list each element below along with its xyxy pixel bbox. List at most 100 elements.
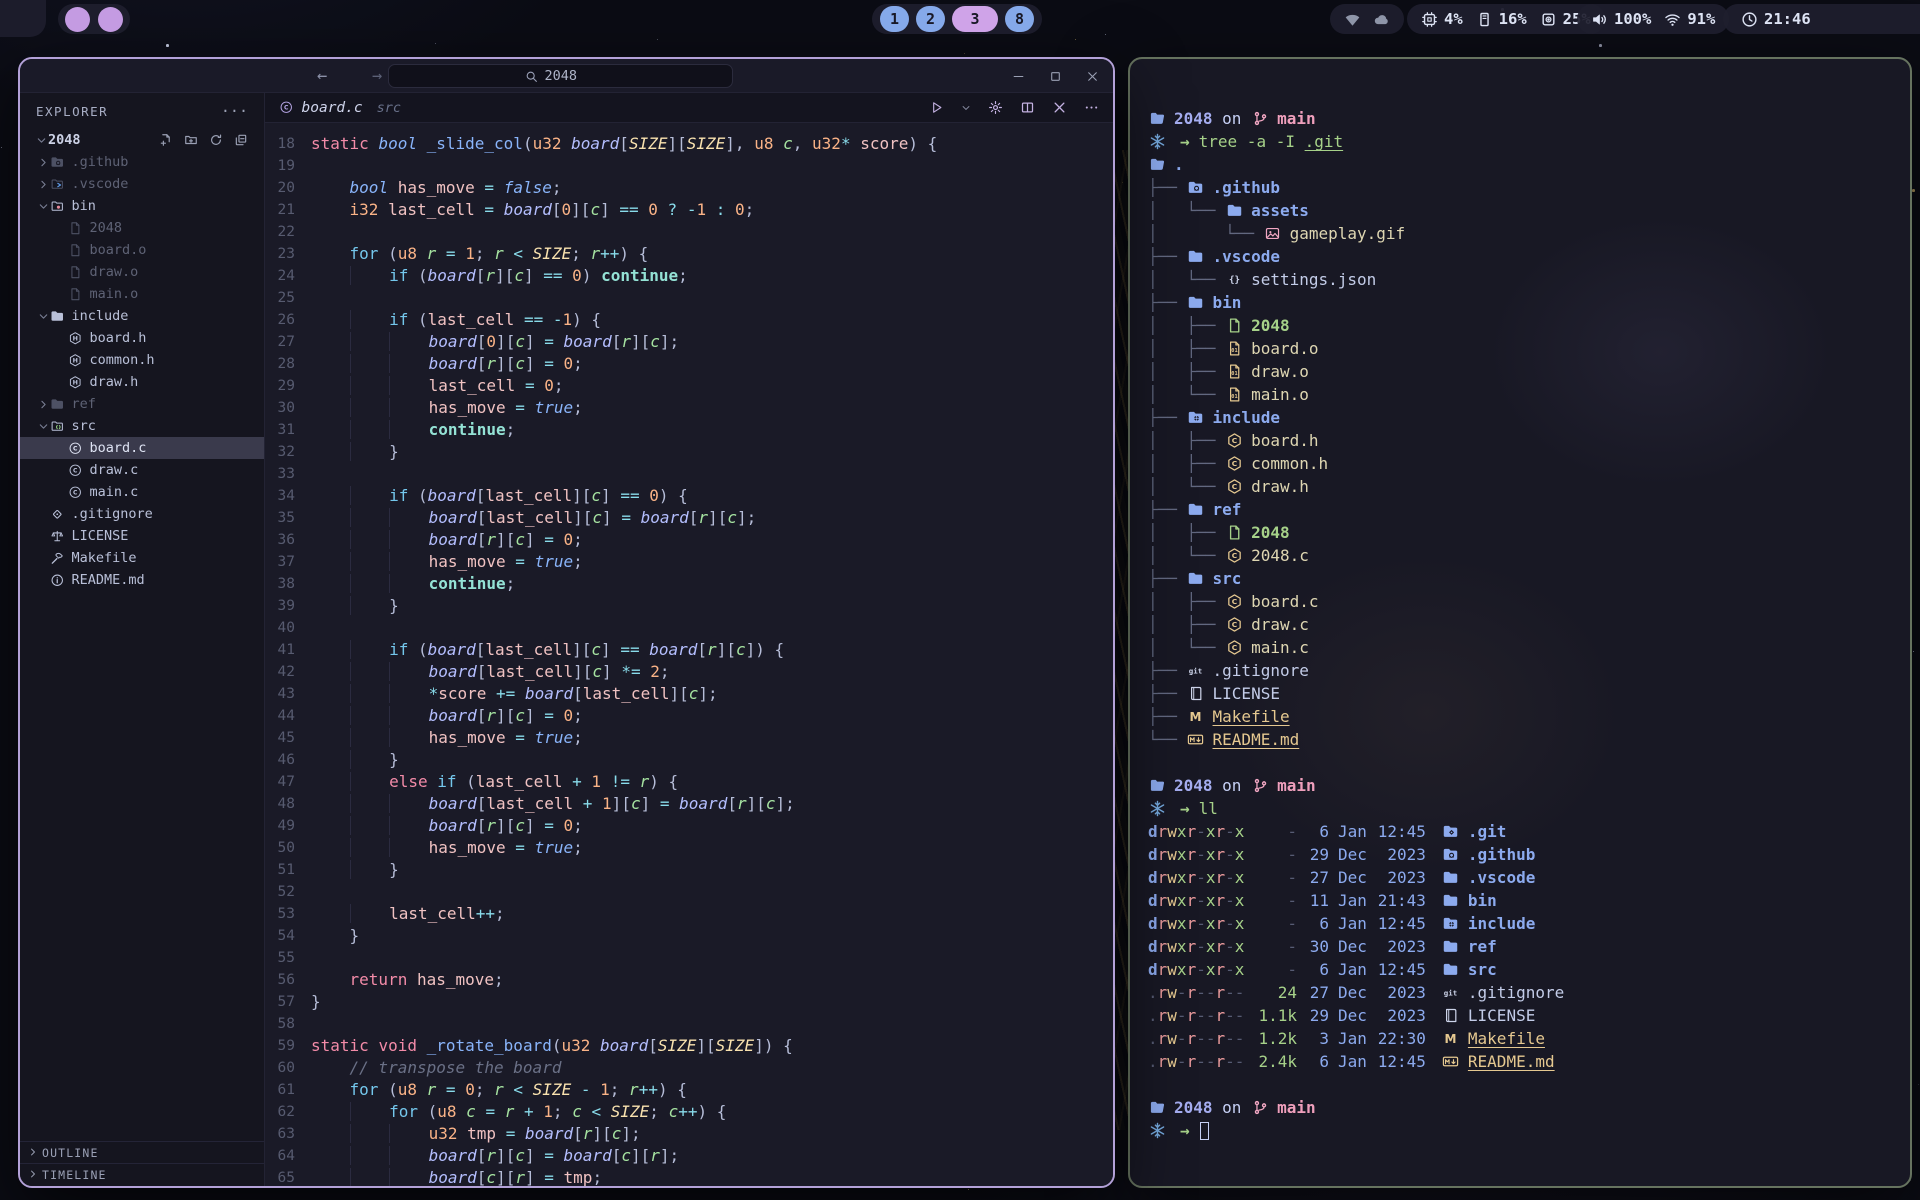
sidebar-item--vscode[interactable]: .vscode <box>20 173 264 195</box>
code-line-42[interactable]: 42 board[last_cell][c] *= 2; <box>265 661 1113 683</box>
timeline-section[interactable]: TIMELINE <box>20 1163 264 1185</box>
sidebar-item-makefile[interactable]: Makefile <box>20 547 264 569</box>
sidebar-item-draw-h[interactable]: Hdraw.h <box>20 371 264 393</box>
code-line-62[interactable]: 62 for (u8 c = r + 1; c < SIZE; c++) { <box>265 1101 1113 1123</box>
sidebar-item-bin[interactable]: bin <box>20 195 264 217</box>
code-line-64[interactable]: 64 board[r][c] = board[c][r]; <box>265 1145 1113 1167</box>
code-line-49[interactable]: 49 board[r][c] = 0; <box>265 815 1113 837</box>
workspace-8[interactable]: 8 <box>1005 6 1034 32</box>
code-line-39[interactable]: 39 } <box>265 595 1113 617</box>
sidebar-item-license[interactable]: LICENSE <box>20 525 264 547</box>
more-actions-button[interactable] <box>1084 100 1099 115</box>
code-line-60[interactable]: 60 // transpose the board <box>265 1057 1113 1079</box>
code-line-33[interactable]: 33 <box>265 463 1113 485</box>
code-line-51[interactable]: 51 } <box>265 859 1113 881</box>
code-line-31[interactable]: 31 continue; <box>265 419 1113 441</box>
code-line-46[interactable]: 46 } <box>265 749 1113 771</box>
code-line-57[interactable]: 57} <box>265 991 1113 1013</box>
sidebar-item-src[interactable]: src <box>20 415 264 437</box>
code-line-23[interactable]: 23 for (u8 r = 1; r < SIZE; r++) { <box>265 243 1113 265</box>
editor-titlebar[interactable]: ← → <box>20 59 1113 93</box>
code-line-21[interactable]: 21 i32 last_cell = board[0][c] == 0 ? -1… <box>265 199 1113 221</box>
code-line-43[interactable]: 43 *score += board[last_cell][c]; <box>265 683 1113 705</box>
chevron-down-icon[interactable] <box>961 103 971 113</box>
code-line-44[interactable]: 44 board[r][c] = 0; <box>265 705 1113 727</box>
sidebar-item-common-h[interactable]: Hcommon.h <box>20 349 264 371</box>
code-line-55[interactable]: 55 <box>265 947 1113 969</box>
code-line-54[interactable]: 54 } <box>265 925 1113 947</box>
workspace-3-active[interactable]: 3 <box>952 6 998 32</box>
media-prev-button[interactable] <box>65 7 90 32</box>
maximize-button[interactable] <box>1049 70 1062 83</box>
nav-back-button[interactable]: ← <box>317 59 327 93</box>
code-line-28[interactable]: 28 board[r][c] = 0; <box>265 353 1113 375</box>
nav-forward-button[interactable]: → <box>372 59 382 93</box>
media-next-button[interactable] <box>98 7 123 32</box>
sidebar-item-readme-md[interactable]: README.md <box>20 569 264 591</box>
sidebar-item-board-c[interactable]: Cboard.c <box>20 437 264 459</box>
sidebar-item-board-o[interactable]: board.o <box>20 239 264 261</box>
sidebar-item--gitignore[interactable]: .gitignore <box>20 503 264 525</box>
project-root-row[interactable]: 2048 <box>20 129 264 151</box>
code-line-48[interactable]: 48 board[last_cell + 1][c] = board[r][c]… <box>265 793 1113 815</box>
sidebar-item-ref[interactable]: ref <box>20 393 264 415</box>
code-line-36[interactable]: 36 board[r][c] = 0; <box>265 529 1113 551</box>
code-line-41[interactable]: 41 if (board[last_cell][c] == board[r][c… <box>265 639 1113 661</box>
sidebar-item-include[interactable]: include <box>20 305 264 327</box>
code-line-52[interactable]: 52 <box>265 881 1113 903</box>
code-line-24[interactable]: 24 if (board[r][c] == 0) continue; <box>265 265 1113 287</box>
sidebar-item-main-c[interactable]: Cmain.c <box>20 481 264 503</box>
settings-gear-button[interactable] <box>988 100 1003 115</box>
split-editor-button[interactable] <box>1020 100 1035 115</box>
minimize-button[interactable] <box>1012 70 1025 83</box>
code-line-34[interactable]: 34 if (board[last_cell][c] == 0) { <box>265 485 1113 507</box>
code-line-59[interactable]: 59static void _rotate_board(u32 board[SI… <box>265 1035 1113 1057</box>
command-search-box[interactable] <box>388 64 733 88</box>
code-area[interactable]: 18static bool _slide_col(u32 board[SIZE]… <box>265 123 1113 1187</box>
code-line-19[interactable]: 19 <box>265 155 1113 177</box>
sidebar-item-2048[interactable]: 2048 <box>20 217 264 239</box>
code-line-32[interactable]: 32 } <box>265 441 1113 463</box>
code-line-56[interactable]: 56 return has_move; <box>265 969 1113 991</box>
code-line-47[interactable]: 47 else if (last_cell + 1 != r) { <box>265 771 1113 793</box>
sidebar-item--github[interactable]: .github <box>20 151 264 173</box>
code-line-22[interactable]: 22 <box>265 221 1113 243</box>
terminal-window[interactable]: 2048 on main→tree -a -I .git.├── .github… <box>1128 57 1912 1188</box>
workspace-2[interactable]: 2 <box>916 6 945 32</box>
code-line-29[interactable]: 29 last_cell = 0; <box>265 375 1113 397</box>
code-line-20[interactable]: 20 bool has_move = false; <box>265 177 1113 199</box>
code-line-63[interactable]: 63 u32 tmp = board[r][c]; <box>265 1123 1113 1145</box>
outline-section[interactable]: OUTLINE <box>20 1141 264 1163</box>
new-folder-button[interactable] <box>184 133 198 147</box>
code-line-18[interactable]: 18static bool _slide_col(u32 board[SIZE]… <box>265 133 1113 155</box>
run-debug-button[interactable] <box>929 100 944 115</box>
code-line-30[interactable]: 30 has_move = true; <box>265 397 1113 419</box>
code-line-26[interactable]: 26 if (last_cell == -1) { <box>265 309 1113 331</box>
new-file-button[interactable] <box>159 133 173 147</box>
code-line-27[interactable]: 27 board[0][c] = board[r][c]; <box>265 331 1113 353</box>
nixos-launcher-button[interactable] <box>0 0 46 37</box>
sidebar-item-board-h[interactable]: Hboard.h <box>20 327 264 349</box>
code-line-37[interactable]: 37 has_move = true; <box>265 551 1113 573</box>
close-editor-button[interactable] <box>1052 100 1067 115</box>
collapse-all-button[interactable] <box>234 133 248 147</box>
code-line-38[interactable]: 38 continue; <box>265 573 1113 595</box>
sidebar-item-draw-o[interactable]: draw.o <box>20 261 264 283</box>
code-line-58[interactable]: 58 <box>265 1013 1113 1035</box>
code-line-40[interactable]: 40 <box>265 617 1113 639</box>
explorer-more-actions-button[interactable]: ··· <box>221 102 248 120</box>
refresh-button[interactable] <box>209 133 223 147</box>
tab-board-c[interactable]: C board.c src <box>279 100 401 116</box>
code-line-61[interactable]: 61 for (u8 r = 0; r < SIZE - 1; r++) { <box>265 1079 1113 1101</box>
code-line-53[interactable]: 53 last_cell++; <box>265 903 1113 925</box>
sidebar-item-main-o[interactable]: main.o <box>20 283 264 305</box>
workspace-1[interactable]: 1 <box>880 6 909 32</box>
terminal-cursor-line[interactable]: → <box>1148 1119 1910 1142</box>
code-line-35[interactable]: 35 board[last_cell][c] = board[r][c]; <box>265 507 1113 529</box>
code-line-65[interactable]: 65 board[c][r] = tmp; <box>265 1167 1113 1187</box>
close-button[interactable] <box>1086 70 1099 83</box>
code-line-25[interactable]: 25 <box>265 287 1113 309</box>
code-line-50[interactable]: 50 has_move = true; <box>265 837 1113 859</box>
sidebar-item-draw-c[interactable]: Cdraw.c <box>20 459 264 481</box>
search-input[interactable] <box>545 68 597 84</box>
